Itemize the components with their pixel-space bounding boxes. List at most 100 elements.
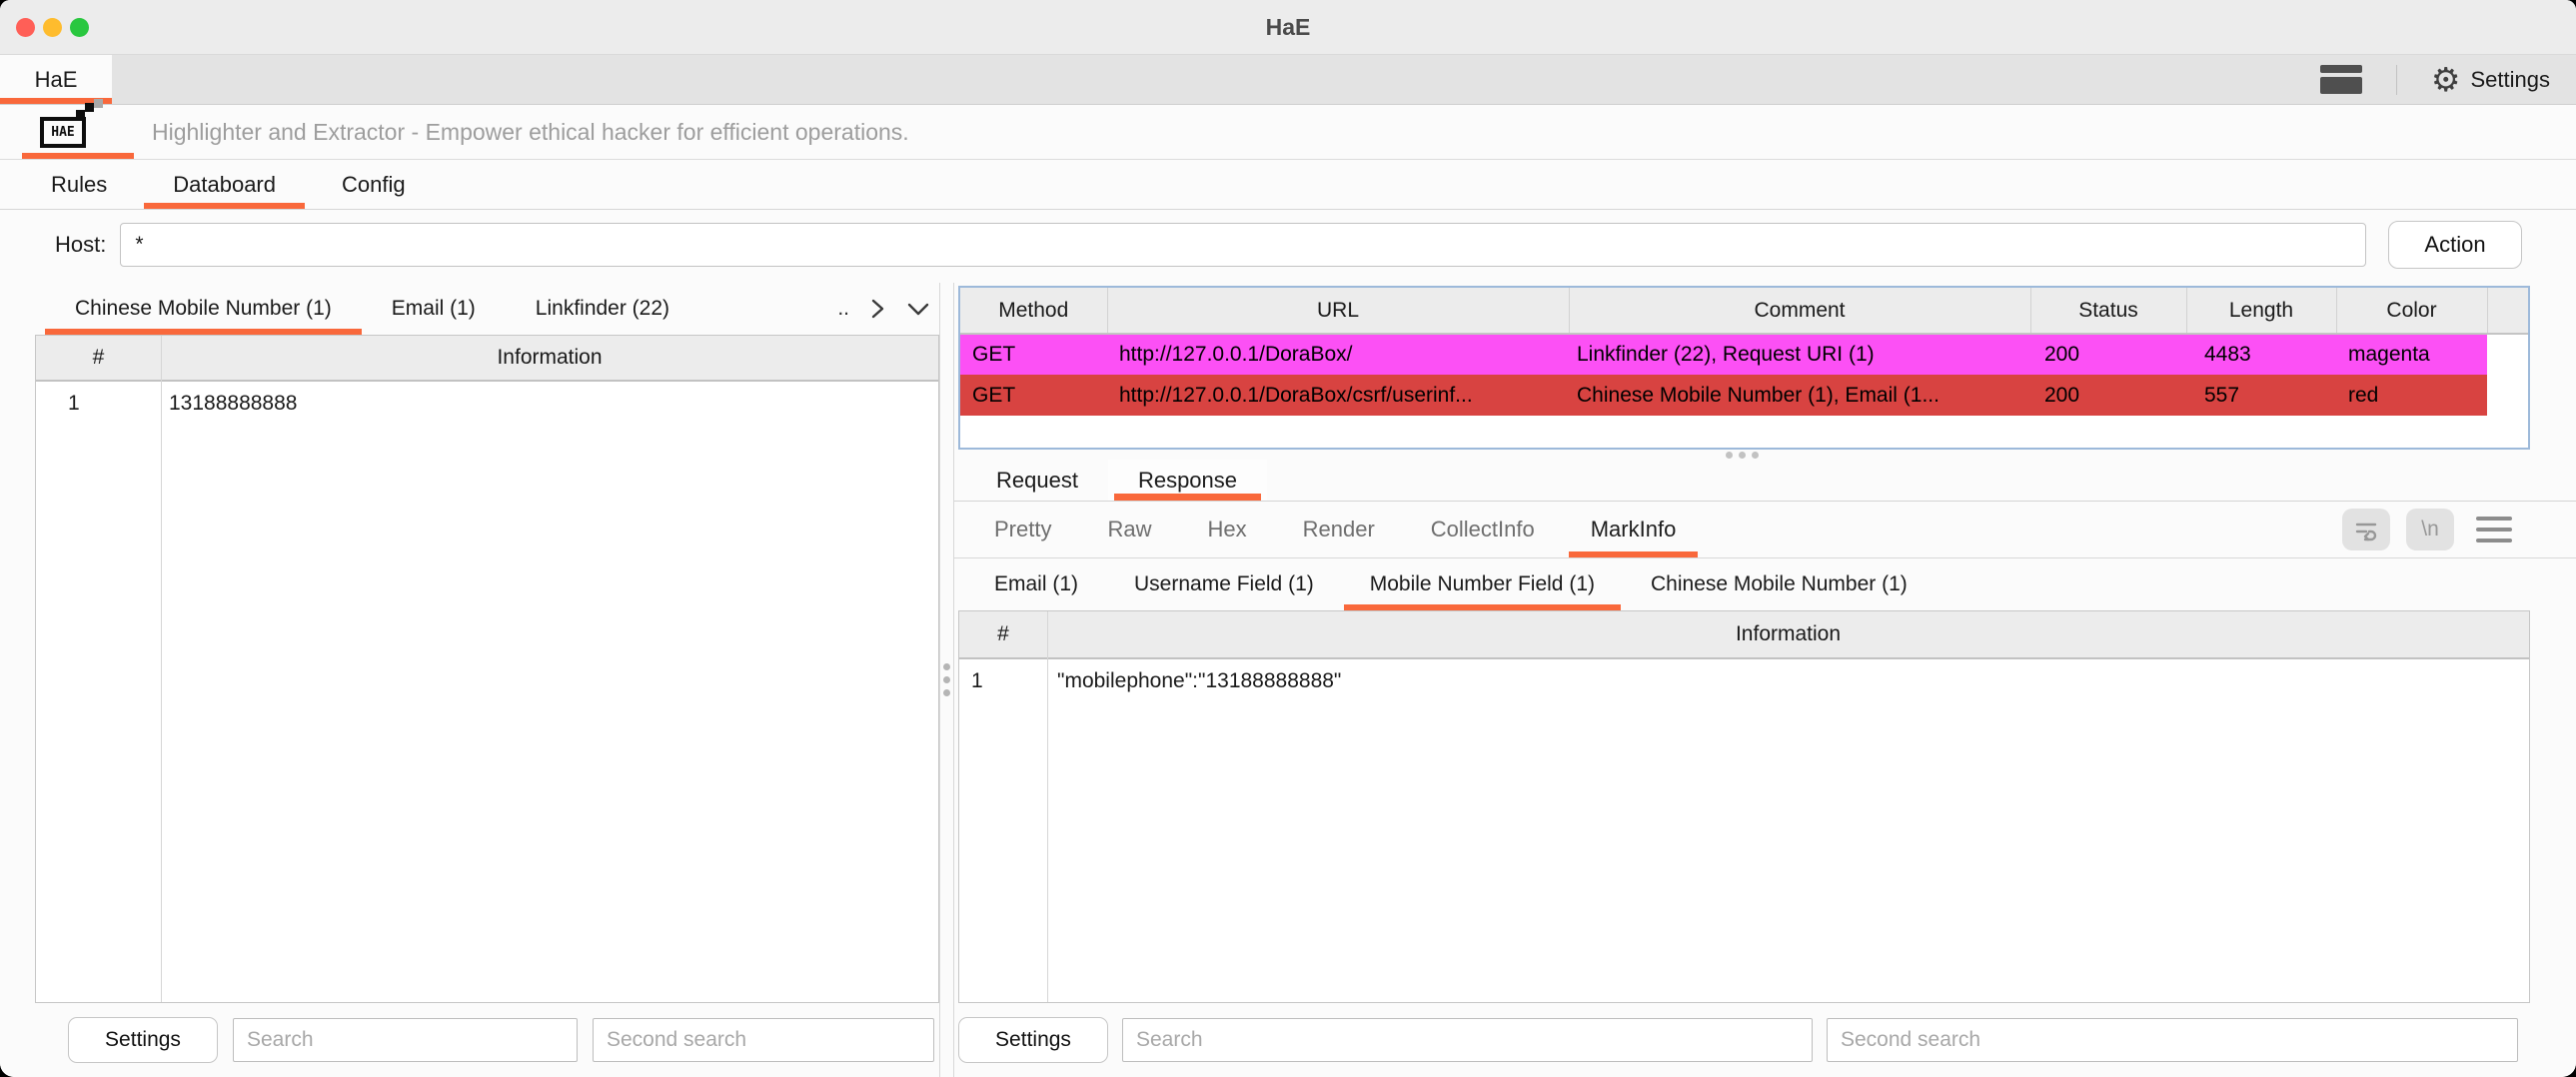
logo-active-underline <box>22 153 134 159</box>
tab-markinfo-username-field[interactable]: Username Field (1) <box>1106 558 1342 610</box>
column-header-length[interactable]: Length <box>2186 288 2336 334</box>
message-view-tab-bar: Pretty Raw Hex Render CollectInfo MarkIn… <box>954 502 2576 558</box>
table-header-row: # Information <box>36 336 938 382</box>
cell-status: 200 <box>2030 375 2186 416</box>
row-information-cell: 13188888888 <box>161 392 938 416</box>
newline-icon: \n <box>2421 518 2439 541</box>
right-search-input[interactable] <box>1122 1018 1813 1062</box>
main-tab-bar: HaE ⚙ Settings <box>0 55 2576 105</box>
section-tab-bar: Rules Databoard Config <box>0 160 2576 210</box>
request-row-red[interactable]: GET http://127.0.0.1/DoraBox/csrf/userin… <box>960 375 2528 416</box>
tab-list-dropdown-icon[interactable] <box>905 298 931 320</box>
extension-banner: HAE Highlighter and Extractor - Empower … <box>0 105 2576 160</box>
markinfo-tab-bar: Email (1) Username Field (1) Mobile Numb… <box>954 558 2576 610</box>
column-header-color[interactable]: Color <box>2336 288 2487 334</box>
column-divider <box>1047 611 1048 1002</box>
app-window: HaE HaE ⚙ Settings HAE Highlighter and E… <box>0 0 2576 1077</box>
cell-gutter <box>2487 334 2528 375</box>
cell-method: GET <box>960 334 1107 375</box>
splitter-dot <box>1739 452 1746 459</box>
splitter-dot <box>943 663 950 670</box>
table-row[interactable]: 1 13188888888 <box>36 382 938 426</box>
extracted-data-panel: Chinese Mobile Number (1) Email (1) Link… <box>35 283 939 1077</box>
splitter-dot <box>943 676 950 683</box>
horizontal-panel-splitter[interactable] <box>954 450 2576 460</box>
banner-tagline: Highlighter and Extractor - Empower ethi… <box>152 119 909 146</box>
tab-markinfo-mobile-number-field[interactable]: Mobile Number Field (1) <box>1342 558 1623 610</box>
cell-status: 200 <box>2030 334 2186 375</box>
splitter-dot <box>1752 452 1759 459</box>
tab-collectinfo[interactable]: CollectInfo <box>1403 502 1563 557</box>
request-row-magenta[interactable]: GET http://127.0.0.1/DoraBox/ Linkfinder… <box>960 334 2528 375</box>
column-header-number[interactable]: # <box>36 336 161 380</box>
scroll-tabs-right-icon[interactable] <box>866 297 888 321</box>
right-panel-footer: Settings <box>954 1003 2576 1077</box>
column-header-gutter <box>2487 288 2528 334</box>
column-header-comment[interactable]: Comment <box>1569 288 2030 334</box>
action-button[interactable]: Action <box>2388 221 2522 269</box>
row-information-cell: "mobilephone":"13188888888" <box>1047 669 2529 693</box>
tab-chinese-mobile-number[interactable]: Chinese Mobile Number (1) <box>45 283 362 335</box>
cell-url: http://127.0.0.1/DoraBox/csrf/userinf... <box>1107 375 1569 416</box>
minimize-window-button[interactable] <box>43 18 62 37</box>
tab-hae[interactable]: HaE <box>0 55 112 104</box>
tab-overflow-label: .. <box>837 297 849 321</box>
right-second-search-input[interactable] <box>1827 1018 2518 1062</box>
cell-url: http://127.0.0.1/DoraBox/ <box>1107 334 1569 375</box>
divider <box>2396 65 2397 95</box>
cell-comment: Linkfinder (22), Request URI (1) <box>1569 334 2030 375</box>
tab-email[interactable]: Email (1) <box>362 283 506 335</box>
show-newlines-button[interactable]: \n <box>2406 509 2454 550</box>
tab-databoard[interactable]: Databoard <box>140 160 309 209</box>
request-detail-panel: Method URL Comment Status Length Color G… <box>954 283 2576 1077</box>
tab-config[interactable]: Config <box>309 160 439 209</box>
settings-button[interactable]: ⚙ Settings <box>2431 63 2550 96</box>
left-search-input[interactable] <box>233 1018 578 1062</box>
table-row[interactable]: 1 "mobilephone":"13188888888" <box>959 659 2529 703</box>
right-settings-button[interactable]: Settings <box>958 1017 1108 1063</box>
word-wrap-icon <box>2353 517 2379 542</box>
request-list-table: Method URL Comment Status Length Color G… <box>958 286 2530 450</box>
tab-request[interactable]: Request <box>966 460 1108 501</box>
column-header-status[interactable]: Status <box>2030 288 2186 334</box>
tab-linkfinder[interactable]: Linkfinder (22) <box>506 283 699 335</box>
extracted-data-tabs: Chinese Mobile Number (1) Email (1) Link… <box>35 283 939 335</box>
host-input[interactable] <box>120 223 2366 267</box>
layout-menu-icon-bar <box>2320 65 2362 73</box>
column-header-method[interactable]: Method <box>960 288 1107 334</box>
traffic-lights <box>16 0 89 54</box>
host-filter-row: Host: Action <box>0 210 2576 280</box>
hae-logo-icon: HAE <box>40 117 86 148</box>
column-header-url[interactable]: URL <box>1107 288 1569 334</box>
zoom-window-button[interactable] <box>70 18 89 37</box>
splitter-dot <box>943 689 950 696</box>
markinfo-table: # Information 1 "mobilephone":"131888888… <box>958 610 2530 1003</box>
tab-pretty[interactable]: Pretty <box>966 502 1079 557</box>
left-second-search-input[interactable] <box>593 1018 934 1062</box>
left-settings-button[interactable]: Settings <box>68 1017 218 1063</box>
column-header-information[interactable]: Information <box>161 336 938 380</box>
tab-markinfo-chinese-mobile-number[interactable]: Chinese Mobile Number (1) <box>1623 558 1935 610</box>
view-option-icons: \n <box>2342 502 2576 557</box>
tab-markinfo-email[interactable]: Email (1) <box>966 558 1106 610</box>
window-title: HaE <box>1266 14 1311 41</box>
tab-render[interactable]: Render <box>1275 502 1403 557</box>
tab-hex[interactable]: Hex <box>1179 502 1274 557</box>
word-wrap-button[interactable] <box>2342 509 2390 550</box>
tab-response[interactable]: Response <box>1108 460 1267 501</box>
close-window-button[interactable] <box>16 18 35 37</box>
vertical-panel-splitter[interactable] <box>939 283 954 1077</box>
cell-method: GET <box>960 375 1107 416</box>
pencil-icon <box>85 103 94 112</box>
gear-icon: ⚙ <box>2431 63 2461 96</box>
tab-raw[interactable]: Raw <box>1079 502 1179 557</box>
tab-markinfo[interactable]: MarkInfo <box>1563 502 1705 557</box>
titlebar: HaE <box>0 0 2576 55</box>
column-header-information[interactable]: Information <box>1047 611 2529 657</box>
tab-rules[interactable]: Rules <box>18 160 140 209</box>
layout-menu-icon[interactable] <box>2320 65 2362 94</box>
row-number-cell: 1 <box>959 669 1047 693</box>
cell-comment: Chinese Mobile Number (1), Email (1... <box>1569 375 2030 416</box>
editor-menu-icon[interactable] <box>2476 517 2512 542</box>
column-header-number[interactable]: # <box>959 611 1047 657</box>
